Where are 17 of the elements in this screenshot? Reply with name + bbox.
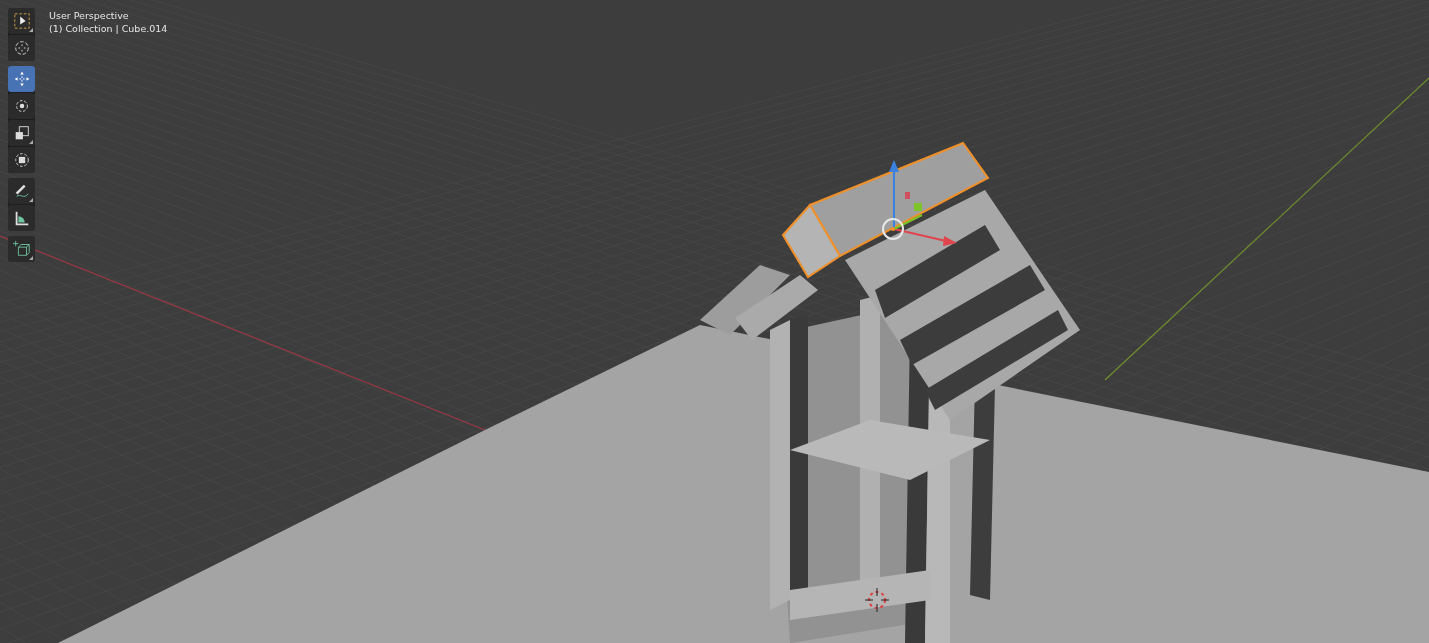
tool-button[interactable] — [8, 147, 35, 173]
cursor-target-icon — [12, 39, 31, 57]
tool-button[interactable] — [8, 178, 35, 204]
select-box-icon — [12, 12, 31, 30]
add-cube-icon — [12, 240, 31, 258]
tool-button[interactable] — [8, 236, 35, 262]
view-name-label: User Perspective — [49, 9, 130, 22]
object-info-label: (1) Collection | Cube.014 — [49, 22, 168, 35]
transform-icon — [12, 151, 31, 169]
submenu-corner-icon — [29, 256, 33, 260]
tool-button[interactable] — [8, 93, 35, 119]
3d-viewport[interactable]: User Perspective (1) Collection | Cube.014 — [0, 0, 1429, 643]
tool-button[interactable] — [8, 8, 35, 34]
tool-button[interactable] — [8, 205, 35, 231]
3d-cursor-icon — [864, 587, 890, 613]
tool-button[interactable] — [8, 120, 35, 146]
transform-gizmo-icon[interactable] — [882, 160, 957, 246]
